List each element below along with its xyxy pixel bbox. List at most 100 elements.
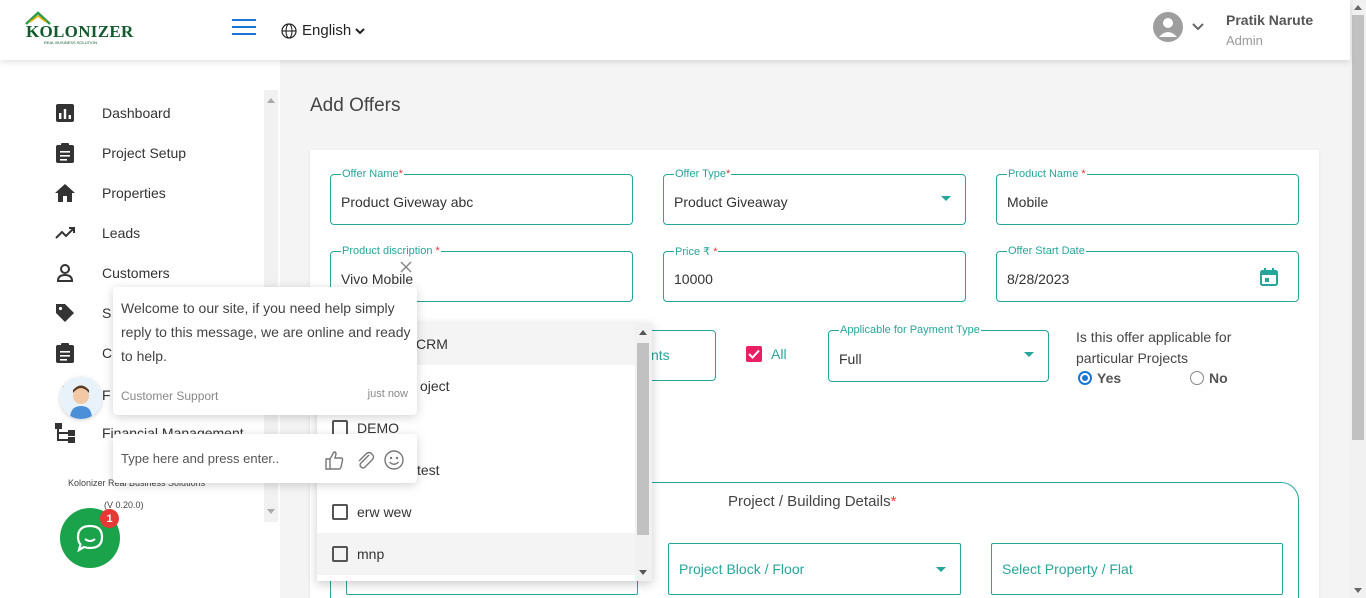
radio-no-label: No [1209, 370, 1228, 386]
scroll-up-arrow-icon[interactable] [1354, 5, 1362, 10]
person-icon [54, 262, 76, 284]
payment-type-select[interactable]: Applicable for Payment Type Full [828, 324, 1049, 382]
scroll-thumb[interactable] [637, 343, 649, 535]
emoji-icon[interactable] [383, 449, 405, 471]
offer-type-value: Product Giveaway [674, 194, 788, 210]
scroll-down-arrow-icon[interactable] [639, 570, 647, 575]
chat-notification-badge: 1 [100, 509, 119, 528]
list-item[interactable]: mnp [317, 533, 635, 575]
offer-start-date-field[interactable]: Offer Start Date 8/28/2023 [996, 245, 1299, 302]
language-selector[interactable]: English [281, 22, 365, 39]
projects-question: Is this offer applicable for particular … [1076, 329, 1232, 366]
project-section-title: Project / Building Details* [728, 493, 897, 510]
globe-icon [281, 22, 297, 39]
close-icon[interactable] [399, 260, 413, 274]
sidebar-item-label: S [102, 305, 112, 321]
clipboard-icon [54, 142, 76, 164]
support-agent-icon [60, 377, 102, 419]
logo-subtext: REAL BUSINESS SOLUTION [44, 40, 98, 45]
page-title: Add Offers [310, 95, 401, 116]
chat-message-text: Welcome to our site, if you need help si… [121, 300, 411, 364]
chat-input-placeholder: Type here and press enter.. [121, 451, 280, 466]
sidebar-item-project-setup[interactable]: Project Setup [54, 141, 186, 165]
user-menu[interactable] [1153, 12, 1205, 42]
scroll-up-arrow-icon[interactable] [267, 98, 275, 103]
offer-type-select[interactable]: Offer Type* Product Giveaway [663, 168, 966, 225]
sidebar-item-label: Project Setup [102, 145, 187, 161]
offer-start-date-value: 8/28/2023 [1007, 271, 1070, 287]
dropdown-scrollbar[interactable] [635, 323, 652, 581]
paperclip-icon[interactable] [354, 449, 376, 471]
user-name: Pratik Narute [1226, 12, 1314, 28]
scroll-up-arrow-icon[interactable] [639, 330, 647, 335]
price-field[interactable]: Price ₹ * 10000 [663, 245, 966, 302]
field-label: Price ₹ * [674, 245, 719, 258]
dashboard-icon [54, 102, 76, 124]
applicable-field-partial-text: nts [651, 347, 670, 363]
support-agent-avatar [60, 377, 102, 419]
field-label: Applicable for Payment Type [839, 324, 981, 336]
user-role: Admin [1226, 33, 1263, 48]
thumbs-up-icon[interactable] [323, 449, 345, 471]
radio-no[interactable]: No [1190, 370, 1228, 386]
project-block-placeholder: Project Block / Floor [679, 561, 805, 577]
language-label: English [302, 22, 352, 39]
chat-input-box[interactable]: Type here and press enter.. [113, 434, 417, 483]
sidebar-item-customers[interactable]: Customers [54, 261, 170, 285]
property-placeholder: Select Property / Flat [1002, 561, 1133, 577]
scroll-thumb[interactable] [1352, 15, 1364, 440]
sidebar-item-c[interactable]: C [54, 341, 112, 365]
sidebar-item-properties[interactable]: Properties [54, 181, 166, 205]
scroll-down-arrow-icon[interactable] [1354, 588, 1362, 593]
sidebar-item-label: Customers [102, 265, 170, 281]
product-name-value: Mobile [1007, 194, 1049, 210]
field-label: Product discription * [341, 245, 441, 257]
chat-bubble-icon [76, 524, 104, 553]
menu-toggle-button[interactable] [232, 19, 256, 37]
offer-name-value: Product Giveway abc [341, 194, 474, 210]
chat-time: just now [367, 388, 408, 400]
field-label: Offer Type* [674, 168, 732, 180]
radio-yes-label: Yes [1097, 370, 1122, 386]
sidebar-item-label: C [102, 345, 113, 361]
radio-yes[interactable]: Yes [1078, 370, 1121, 386]
field-label: Offer Start Date [1007, 245, 1086, 257]
sidebar-item-dashboard[interactable]: Dashboard [54, 101, 171, 125]
all-checkbox-label: All [771, 346, 787, 362]
property-select[interactable]: Select Property / Flat [991, 543, 1283, 595]
clipboard-icon [54, 342, 76, 364]
sidebar-item-label: Properties [102, 185, 166, 201]
offer-name-field[interactable]: Offer Name* Product Giveway abc [330, 168, 633, 225]
dropdown-arrow-icon [941, 196, 951, 201]
chat-message-bubble: Welcome to our site, if you need help si… [113, 287, 417, 415]
trending-up-icon [54, 222, 76, 244]
payment-type-value: Full [839, 351, 862, 367]
tag-icon [54, 302, 76, 324]
chevron-down-icon[interactable] [1191, 22, 1205, 32]
all-checkbox[interactable]: All [746, 346, 787, 362]
sidebar-item-s[interactable]: S [54, 301, 111, 325]
sidebar-item-leads[interactable]: Leads [54, 221, 140, 245]
logo-text: KOLONIZER [26, 22, 134, 41]
page-scrollbar[interactable] [1350, 0, 1366, 598]
dropdown-arrow-icon [936, 567, 946, 572]
avatar[interactable] [1153, 12, 1183, 42]
product-name-field[interactable]: Product Name * Mobile [996, 168, 1299, 225]
checkbox-unchecked-icon [332, 504, 348, 520]
list-item[interactable]: erw wew [317, 491, 635, 533]
hierarchy-icon [54, 422, 76, 444]
chevron-down-icon [355, 27, 365, 34]
checkbox-checked-icon [746, 346, 762, 362]
price-value: 10000 [674, 271, 713, 287]
top-header: KOLONIZER REAL BUSINESS SOLUTION English… [0, 0, 1350, 60]
calendar-icon[interactable] [1260, 268, 1278, 286]
radio-unchecked-icon [1190, 371, 1204, 385]
app-logo[interactable]: KOLONIZER REAL BUSINESS SOLUTION [22, 10, 133, 46]
field-label: Product Name * [1007, 168, 1087, 180]
checkbox-unchecked-icon [332, 546, 348, 562]
home-icon [54, 182, 76, 204]
dropdown-arrow-icon [1024, 352, 1034, 357]
project-block-select[interactable]: Project Block / Floor [668, 543, 961, 595]
scroll-down-arrow-icon[interactable] [267, 509, 275, 514]
sidebar-item-label: Leads [102, 225, 141, 241]
